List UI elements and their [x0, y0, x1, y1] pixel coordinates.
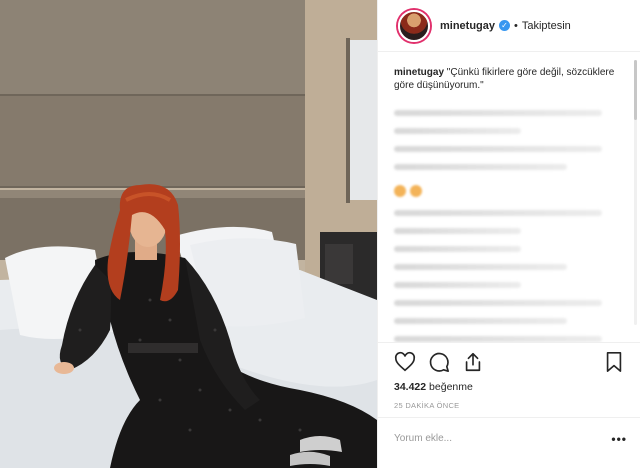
emoji-icon	[394, 184, 406, 197]
list-item	[394, 210, 602, 216]
share-icon[interactable]	[462, 351, 484, 373]
blurred-comments	[394, 110, 625, 342]
scrollbar-thumb[interactable]	[634, 60, 637, 120]
post-photo[interactable]	[0, 0, 377, 468]
list-item	[394, 318, 568, 324]
header-username[interactable]: minetugay	[440, 20, 495, 32]
list-item	[394, 228, 522, 234]
add-comment-section: •••	[378, 417, 640, 468]
heart-icon[interactable]	[394, 351, 416, 373]
verified-badge-icon: ✓	[499, 20, 511, 31]
follow-status-button[interactable]: Takiptesin	[522, 20, 571, 32]
list-item	[394, 264, 568, 270]
list-item	[394, 110, 602, 116]
bookmark-icon[interactable]	[603, 351, 625, 373]
comments-scrollbar[interactable]	[634, 60, 637, 325]
instagram-post: minetugay ✓ • Takiptesin minetugay "Çünk…	[0, 0, 640, 468]
emoji-icon	[410, 184, 422, 197]
post-header: minetugay ✓ • Takiptesin	[378, 0, 640, 52]
header-separator: •	[514, 19, 518, 32]
likes-label: beğenme	[429, 381, 473, 393]
post-actions: 34.422 beğenme 25 DAKİKA ÖNCE •••	[378, 342, 640, 464]
likes-count[interactable]: 34.422 beğenme	[394, 381, 473, 393]
likes-number: 34.422	[394, 381, 427, 393]
caption-username[interactable]: minetugay	[394, 67, 444, 78]
post-side-panel: minetugay ✓ • Takiptesin minetugay "Çünk…	[377, 0, 640, 468]
list-item	[394, 282, 522, 288]
more-options-icon[interactable]: •••	[611, 432, 627, 446]
comments-list[interactable]: minetugay "Çünkü fikirlere göre değil, s…	[378, 52, 640, 342]
list-item	[394, 128, 522, 134]
list-item	[394, 146, 602, 152]
post-timestamp: 25 DAKİKA ÖNCE	[394, 401, 460, 410]
avatar[interactable]	[398, 9, 430, 42]
photo-illustration	[0, 0, 377, 468]
list-item	[394, 182, 625, 200]
post-caption: minetugay "Çünkü fikirlere göre değil, s…	[394, 66, 625, 92]
comment-input[interactable]	[394, 430, 594, 446]
comment-icon[interactable]	[428, 351, 450, 373]
list-item	[394, 300, 602, 306]
action-icons	[394, 351, 484, 373]
list-item	[394, 164, 568, 170]
list-item	[394, 246, 522, 252]
